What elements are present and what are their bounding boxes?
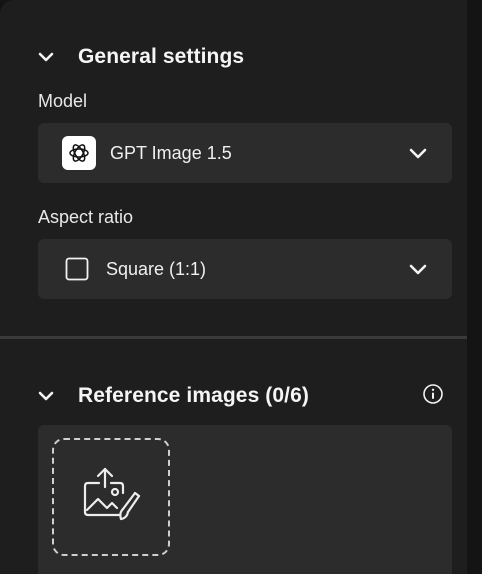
model-dropdown[interactable]: GPT Image 1.5	[38, 123, 452, 183]
general-settings-header[interactable]: General settings	[38, 42, 244, 72]
section-title: Reference images (0/6)	[78, 384, 309, 407]
settings-panel: General settings Model GPT Image 1.5 Asp…	[0, 0, 467, 574]
model-value: GPT Image 1.5	[110, 142, 232, 163]
model-label: Model	[38, 91, 88, 111]
aspect-ratio-dropdown[interactable]: Square (1:1)	[38, 239, 452, 299]
upload-reference-image-button[interactable]	[52, 438, 170, 556]
chevron-down-icon	[38, 42, 64, 72]
square-icon	[65, 257, 89, 281]
scrollbar-thumb[interactable]	[471, 6, 478, 306]
chevron-down-icon	[406, 141, 430, 165]
openai-logo-icon	[62, 136, 96, 170]
reference-images-header[interactable]: Reference images (0/6)	[38, 381, 309, 411]
section-divider	[0, 336, 467, 339]
section-title: General settings	[78, 45, 245, 68]
chevron-down-icon	[38, 381, 64, 411]
aspect-ratio-value: Square (1:1)	[106, 258, 207, 279]
aspect-ratio-label: Aspect ratio	[38, 207, 134, 227]
chevron-down-icon	[406, 257, 430, 281]
info-icon[interactable]	[422, 383, 444, 405]
upload-image-icon	[79, 463, 143, 532]
reference-images-area	[38, 425, 452, 574]
scrollbar[interactable]	[467, 0, 482, 574]
